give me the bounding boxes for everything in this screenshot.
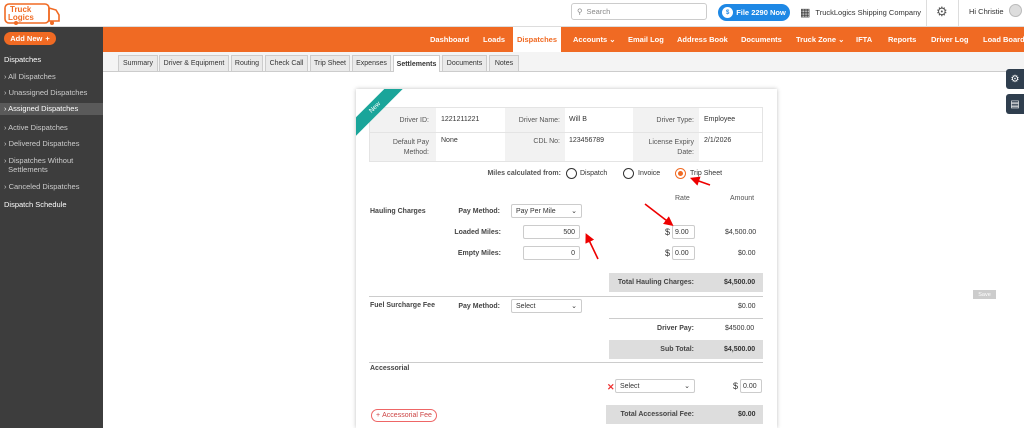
annotation-arrows bbox=[585, 176, 711, 260]
arrow-loaded-miles bbox=[585, 233, 599, 260]
arrow-rate bbox=[644, 203, 674, 226]
arrow-trip-sheet bbox=[689, 176, 711, 186]
